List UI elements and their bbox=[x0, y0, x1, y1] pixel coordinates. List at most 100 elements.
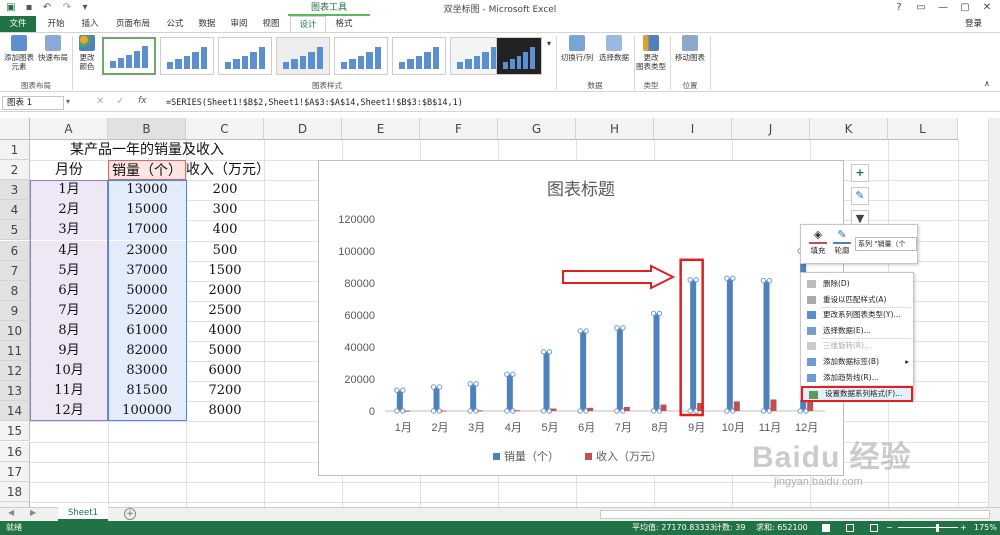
income-cell[interactable]: 400 bbox=[186, 220, 264, 240]
chart-style-8[interactable] bbox=[496, 37, 542, 75]
enter-icon[interactable]: ✓ bbox=[116, 96, 124, 107]
row-header-15[interactable]: 15 bbox=[0, 421, 30, 442]
switch-row-column-button[interactable]: 切换行/列 bbox=[558, 35, 596, 62]
row-header-10[interactable]: 10 bbox=[0, 320, 30, 341]
name-box[interactable]: 图表 1 bbox=[2, 96, 64, 110]
income-cell[interactable]: 2500 bbox=[186, 301, 264, 321]
tab-design[interactable]: 设计 bbox=[290, 16, 326, 32]
row-header-17[interactable]: 17 bbox=[0, 461, 30, 482]
column-header-e[interactable]: E bbox=[342, 118, 420, 140]
menu-item-select-data[interactable]: 选择数据(E)... bbox=[801, 324, 913, 338]
header-cell-month[interactable]: 月份 bbox=[30, 160, 108, 180]
chart-style-6[interactable] bbox=[392, 37, 446, 75]
row-header-8[interactable]: 8 bbox=[0, 280, 30, 301]
menu-item-add-data-labels[interactable]: 添加数据标签(B) ▸ bbox=[801, 355, 913, 369]
zoom-slider[interactable] bbox=[898, 527, 958, 528]
tab-review[interactable]: 审阅 bbox=[224, 16, 254, 32]
tab-file[interactable]: 文件 bbox=[0, 16, 36, 32]
menu-item-reset-style[interactable]: 重设以匹配样式(A) bbox=[801, 293, 913, 307]
sheet-tab-sheet1[interactable]: Sheet1 bbox=[58, 507, 108, 521]
tab-data[interactable]: 数据 bbox=[192, 16, 222, 32]
fill-button[interactable]: ◈ 填充 bbox=[807, 228, 829, 256]
chart-style-1[interactable] bbox=[102, 37, 156, 75]
outline-button[interactable]: ✎ 轮廓 bbox=[831, 228, 853, 256]
income-cell[interactable]: 6000 bbox=[186, 361, 264, 381]
new-sheet-plus-icon[interactable]: + bbox=[124, 508, 136, 520]
chart-style-5[interactable] bbox=[334, 37, 388, 75]
row-header-4[interactable]: 4 bbox=[0, 200, 30, 221]
chart-area[interactable]: 图表标题 0 20000 40000 60000 80000 100000 120000 1月… bbox=[318, 160, 844, 476]
tab-format[interactable]: 格式 bbox=[328, 16, 360, 32]
income-cell[interactable]: 2000 bbox=[186, 281, 264, 301]
menu-item-change-series-type[interactable]: 更改系列图表类型(Y)... bbox=[801, 308, 913, 322]
add-chart-element-button[interactable]: 添加图表 元素 bbox=[2, 35, 36, 71]
row-header-3[interactable]: 3 bbox=[0, 180, 30, 201]
row-header-11[interactable]: 11 bbox=[0, 341, 30, 362]
income-cell[interactable]: 7200 bbox=[186, 381, 264, 401]
save-icon[interactable]: ▪ bbox=[22, 1, 36, 15]
income-cell[interactable]: 8000 bbox=[186, 401, 264, 421]
insert-function-icon[interactable]: fx bbox=[138, 96, 147, 106]
row-header-13[interactable]: 13 bbox=[0, 381, 30, 402]
customize-quick-access-icon[interactable]: ▾ bbox=[78, 1, 92, 15]
undo-icon[interactable]: ↶ bbox=[40, 1, 54, 15]
row-header-18[interactable]: 18 bbox=[0, 481, 30, 502]
header-cell-income[interactable]: 收入（万元） bbox=[186, 160, 270, 180]
menu-item-format-data-series[interactable]: 设置数据系列格式(F)... bbox=[801, 386, 913, 403]
chart-style-3[interactable] bbox=[218, 37, 272, 75]
row-header-12[interactable]: 12 bbox=[0, 361, 30, 382]
help-icon[interactable]: ? bbox=[888, 0, 910, 16]
redo-icon[interactable]: ↷ bbox=[60, 1, 74, 15]
zoom-slider-thumb[interactable] bbox=[936, 524, 939, 532]
maximize-icon[interactable]: ▢ bbox=[954, 0, 976, 16]
income-cell[interactable]: 200 bbox=[186, 180, 264, 200]
chart-styles-brush-icon[interactable]: ✎ bbox=[851, 187, 869, 205]
column-header-i[interactable]: I bbox=[654, 118, 732, 140]
page-break-view-icon[interactable] bbox=[870, 524, 878, 532]
tab-formulas[interactable]: 公式 bbox=[160, 16, 190, 32]
chart-style-2[interactable] bbox=[160, 37, 214, 75]
zoom-in-icon[interactable]: + bbox=[960, 521, 967, 535]
column-header-l[interactable]: L bbox=[888, 118, 958, 140]
scroll-right-icon[interactable]: ▶ bbox=[30, 508, 36, 517]
move-chart-button[interactable]: 移动图表 bbox=[672, 35, 708, 62]
row-header-9[interactable]: 9 bbox=[0, 300, 30, 321]
column-header-a[interactable]: A bbox=[30, 118, 108, 140]
income-cell[interactable]: 4000 bbox=[186, 321, 264, 341]
row-header-16[interactable]: 16 bbox=[0, 441, 30, 462]
income-cell[interactable]: 500 bbox=[186, 241, 264, 261]
zoom-out-icon[interactable]: − bbox=[886, 521, 893, 535]
cancel-icon[interactable]: ✕ bbox=[96, 96, 104, 107]
column-header-h[interactable]: H bbox=[576, 118, 654, 140]
change-colors-button[interactable]: 更改 颜色 bbox=[74, 35, 100, 71]
formula-input[interactable]: =SERIES(Sheet1!$B$2,Sheet1!$A$3:$A$14,Sh… bbox=[162, 96, 996, 110]
login-link[interactable]: 登录 bbox=[965, 16, 982, 32]
collapse-ribbon-icon[interactable]: ∧ bbox=[984, 79, 990, 88]
row-header-1[interactable]: 1 bbox=[0, 140, 30, 161]
column-header-f[interactable]: F bbox=[420, 118, 498, 140]
series-select-dropdown[interactable]: 系列 "销量（个 bbox=[855, 237, 917, 251]
column-header-b[interactable]: B bbox=[108, 118, 186, 140]
header-cell-sales[interactable]: 销量（个） bbox=[108, 160, 186, 181]
minimize-icon[interactable]: — bbox=[932, 0, 954, 16]
close-icon[interactable]: ✕ bbox=[976, 0, 998, 16]
chart-style-4[interactable] bbox=[276, 37, 330, 75]
quick-layout-button[interactable]: 快速布局 bbox=[36, 35, 70, 62]
select-all-corner[interactable] bbox=[0, 118, 30, 140]
select-data-button[interactable]: 选择数据 bbox=[596, 35, 632, 62]
gallery-more-icon[interactable]: ▾ bbox=[544, 39, 554, 48]
row-header-6[interactable]: 6 bbox=[0, 240, 30, 261]
change-chart-type-button[interactable]: 更改 图表类型 bbox=[634, 35, 668, 71]
row-header-2[interactable]: 2 bbox=[0, 160, 30, 181]
row-header-5[interactable]: 5 bbox=[0, 220, 30, 241]
column-header-g[interactable]: G bbox=[498, 118, 576, 140]
income-cell[interactable]: 1500 bbox=[186, 261, 264, 281]
column-header-c[interactable]: C bbox=[186, 118, 264, 140]
name-box-dropdown-icon[interactable]: ▾ bbox=[66, 97, 70, 106]
tab-home[interactable]: 开始 bbox=[40, 16, 72, 32]
tab-view[interactable]: 视图 bbox=[256, 16, 286, 32]
normal-view-icon[interactable] bbox=[822, 524, 830, 532]
column-header-j[interactable]: J bbox=[732, 118, 810, 140]
chart-elements-plus-icon[interactable]: + bbox=[851, 164, 869, 182]
column-header-k[interactable]: K bbox=[810, 118, 888, 140]
